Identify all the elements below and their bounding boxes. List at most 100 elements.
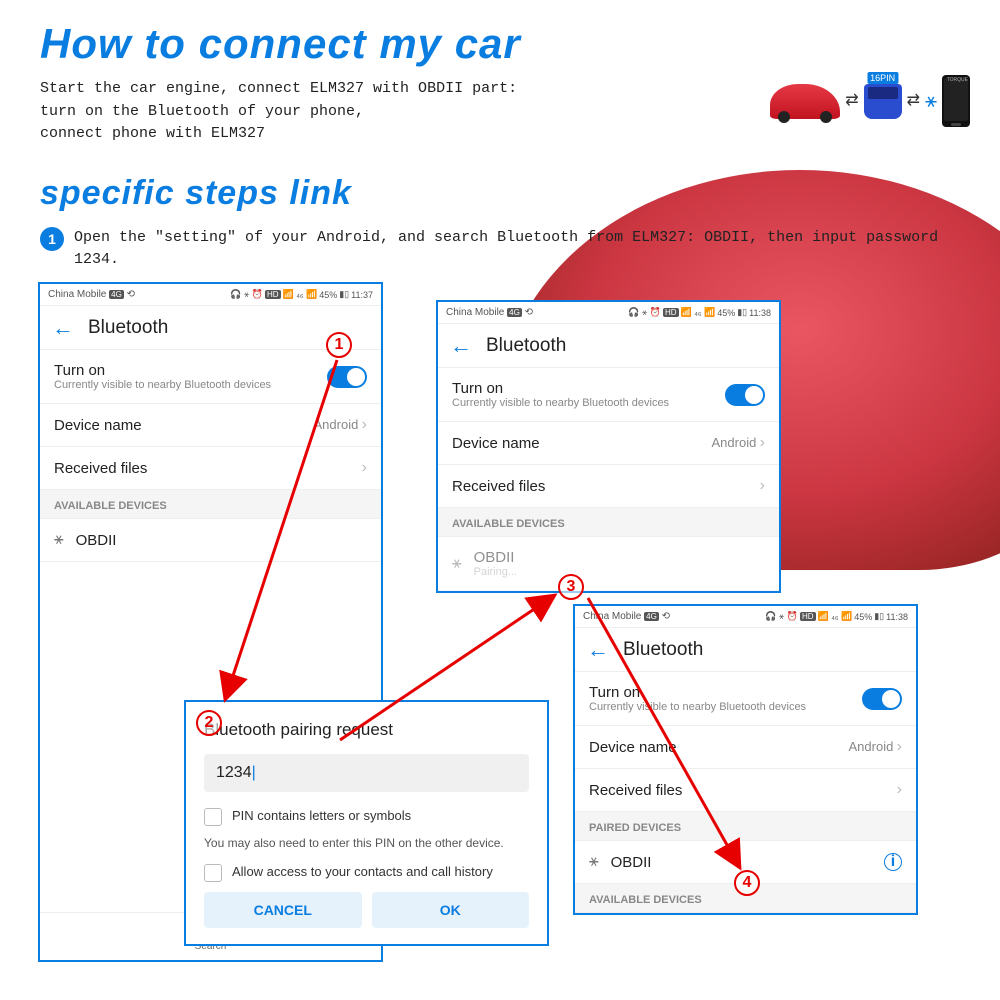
device-name-label: Device name — [589, 739, 677, 756]
device-name-value: Android — [314, 417, 359, 432]
obd-adapter-icon: 16PIN — [864, 84, 902, 119]
received-files-row[interactable]: Received files › — [575, 769, 916, 812]
step-text: Open the "setting" of your Android, and … — [74, 227, 970, 272]
device-name-value: Android — [849, 739, 894, 754]
step-number-badge: 1 — [40, 227, 64, 251]
received-files-row[interactable]: Received files › — [40, 447, 381, 490]
time-label: 11:37 — [351, 290, 373, 300]
status-bar: China Mobile 4G ⟲ 🎧 ⚹ ⏰ HD 📶 ₄₆ 📶 45% ▮▯… — [40, 284, 381, 306]
torque-label: TORQUE — [947, 77, 968, 83]
hd-badge: HD — [800, 612, 816, 621]
screen-title: Bluetooth — [88, 317, 168, 339]
visibility-label: Currently visible to nearby Bluetooth de… — [589, 701, 806, 713]
toggle-switch[interactable] — [862, 688, 902, 710]
received-files-row[interactable]: Received files › — [438, 465, 779, 508]
chevron-right-icon: › — [760, 477, 765, 495]
bluetooth-toggle-row[interactable]: Turn on Currently visible to nearby Blue… — [40, 350, 381, 404]
device-name-label: Device name — [452, 435, 540, 452]
turn-on-label: Turn on — [452, 380, 669, 397]
time-label: 11:38 — [749, 308, 771, 318]
device-name-row[interactable]: Device name Android › — [40, 404, 381, 447]
device-row-obdii-pairing[interactable]: ⚹ OBDII Pairing... — [438, 537, 779, 591]
screenshot-bluetooth-pairing: China Mobile 4G ⟲ 🎧 ⚹ ⏰ HD 📶 ₄₆ 📶 45% ▮▯… — [436, 300, 781, 593]
chevron-right-icon: › — [760, 434, 765, 451]
pairing-status: Pairing... — [474, 566, 517, 578]
carrier-label: China Mobile — [48, 289, 106, 300]
turn-on-label: Turn on — [54, 362, 271, 379]
bluetooth-toggle-row[interactable]: Turn on Currently visible to nearby Blue… — [438, 368, 779, 422]
back-arrow-icon[interactable]: ← — [52, 315, 74, 341]
pin-label: 16PIN — [867, 72, 898, 84]
screen-title: Bluetooth — [623, 639, 703, 661]
ok-button[interactable]: OK — [372, 892, 530, 928]
chevron-right-icon: › — [362, 459, 367, 477]
received-files-label: Received files — [452, 478, 545, 495]
info-icon[interactable]: i — [884, 853, 902, 871]
screen-header: ← Bluetooth — [438, 324, 779, 368]
toggle-switch[interactable] — [327, 366, 367, 388]
screenshot-pairing-dialog: Bluetooth pairing request 1234| PIN cont… — [184, 700, 549, 946]
bidirectional-arrow-icon: ⇄ — [845, 96, 858, 106]
checkbox-icon[interactable] — [204, 808, 222, 826]
screen-title: Bluetooth — [486, 335, 566, 357]
device-name-label: Device name — [54, 417, 142, 434]
toggle-switch[interactable] — [725, 384, 765, 406]
status-bar: China Mobile 4G ⟲ 🎧 ⚹ ⏰ HD 📶 ₄₆ 📶 45% ▮▯… — [438, 302, 779, 324]
checkbox-label: PIN contains letters or symbols — [232, 808, 411, 823]
callout-4: 4 — [734, 870, 760, 896]
bluetooth-toggle-row[interactable]: Turn on Currently visible to nearby Blue… — [575, 672, 916, 726]
visibility-label: Currently visible to nearby Bluetooth de… — [452, 397, 669, 409]
step-instruction: 1 Open the "setting" of your Android, an… — [40, 227, 970, 272]
hd-badge: HD — [663, 308, 679, 317]
available-devices-label: AVAILABLE DEVICES — [438, 508, 779, 537]
received-files-label: Received files — [54, 460, 147, 477]
bluetooth-icon: ⚹ — [54, 531, 64, 549]
callout-1: 1 — [326, 332, 352, 358]
main-title: How to connect my car — [40, 20, 970, 68]
screen-header: ← Bluetooth — [575, 628, 916, 672]
carrier-label: China Mobile — [446, 307, 504, 318]
available-devices-label: AVAILABLE DEVICES — [40, 490, 381, 519]
device-name-row[interactable]: Device name Android › — [438, 422, 779, 465]
callout-2: 2 — [196, 710, 222, 736]
back-arrow-icon[interactable]: ← — [587, 637, 609, 663]
device-name: OBDII — [611, 854, 652, 871]
car-icon — [770, 84, 840, 119]
battery-label: 45% — [854, 612, 872, 622]
callout-3: 3 — [558, 574, 584, 600]
dialog-title: Bluetooth pairing request — [204, 720, 529, 740]
device-name-row[interactable]: Device name Android › — [575, 726, 916, 769]
cancel-button[interactable]: CANCEL — [204, 892, 362, 928]
bluetooth-icon: ⚹ — [452, 555, 462, 573]
section-title: specific steps link — [40, 174, 970, 213]
back-arrow-icon[interactable]: ← — [450, 333, 472, 359]
visibility-label: Currently visible to nearby Bluetooth de… — [54, 379, 271, 391]
device-name-value: Android — [712, 435, 757, 450]
time-label: 11:38 — [886, 612, 908, 622]
pin-letters-checkbox-row[interactable]: PIN contains letters or symbols — [204, 808, 529, 826]
contacts-checkbox-row[interactable]: Allow access to your contacts and call h… — [204, 864, 529, 882]
chevron-right-icon: › — [897, 781, 902, 799]
device-name: OBDII — [76, 532, 117, 549]
turn-on-label: Turn on — [589, 684, 806, 701]
battery-label: 45% — [717, 308, 735, 318]
carrier-label: China Mobile — [583, 611, 641, 622]
checkbox-label: Allow access to your contacts and call h… — [232, 864, 493, 879]
phone-icon: TORQUE — [942, 75, 970, 127]
pin-note: You may also need to enter this PIN on t… — [204, 836, 529, 850]
chevron-right-icon: › — [897, 738, 902, 755]
device-name: OBDII — [474, 549, 517, 566]
bluetooth-icon: ⚹ — [925, 90, 937, 113]
hd-badge: HD — [265, 290, 281, 299]
checkbox-icon[interactable] — [204, 864, 222, 882]
connection-diagram: ⇄ 16PIN ⇄ ⚹ TORQUE — [770, 75, 970, 127]
device-row-obdii[interactable]: ⚹ OBDII — [40, 519, 381, 562]
pin-input[interactable]: 1234| — [204, 754, 529, 792]
chevron-right-icon: › — [362, 416, 367, 433]
paired-devices-label: PAIRED DEVICES — [575, 812, 916, 841]
bluetooth-icon: ⚹ — [589, 853, 599, 871]
status-bar: China Mobile 4G ⟲ 🎧 ⚹ ⏰ HD 📶 ₄₆ 📶 45% ▮▯… — [575, 606, 916, 628]
battery-label: 45% — [319, 290, 337, 300]
screenshot-bluetooth-paired: China Mobile 4G ⟲ 🎧 ⚹ ⏰ HD 📶 ₄₆ 📶 45% ▮▯… — [573, 604, 918, 915]
bidirectional-arrow-icon: ⇄ — [907, 96, 920, 106]
